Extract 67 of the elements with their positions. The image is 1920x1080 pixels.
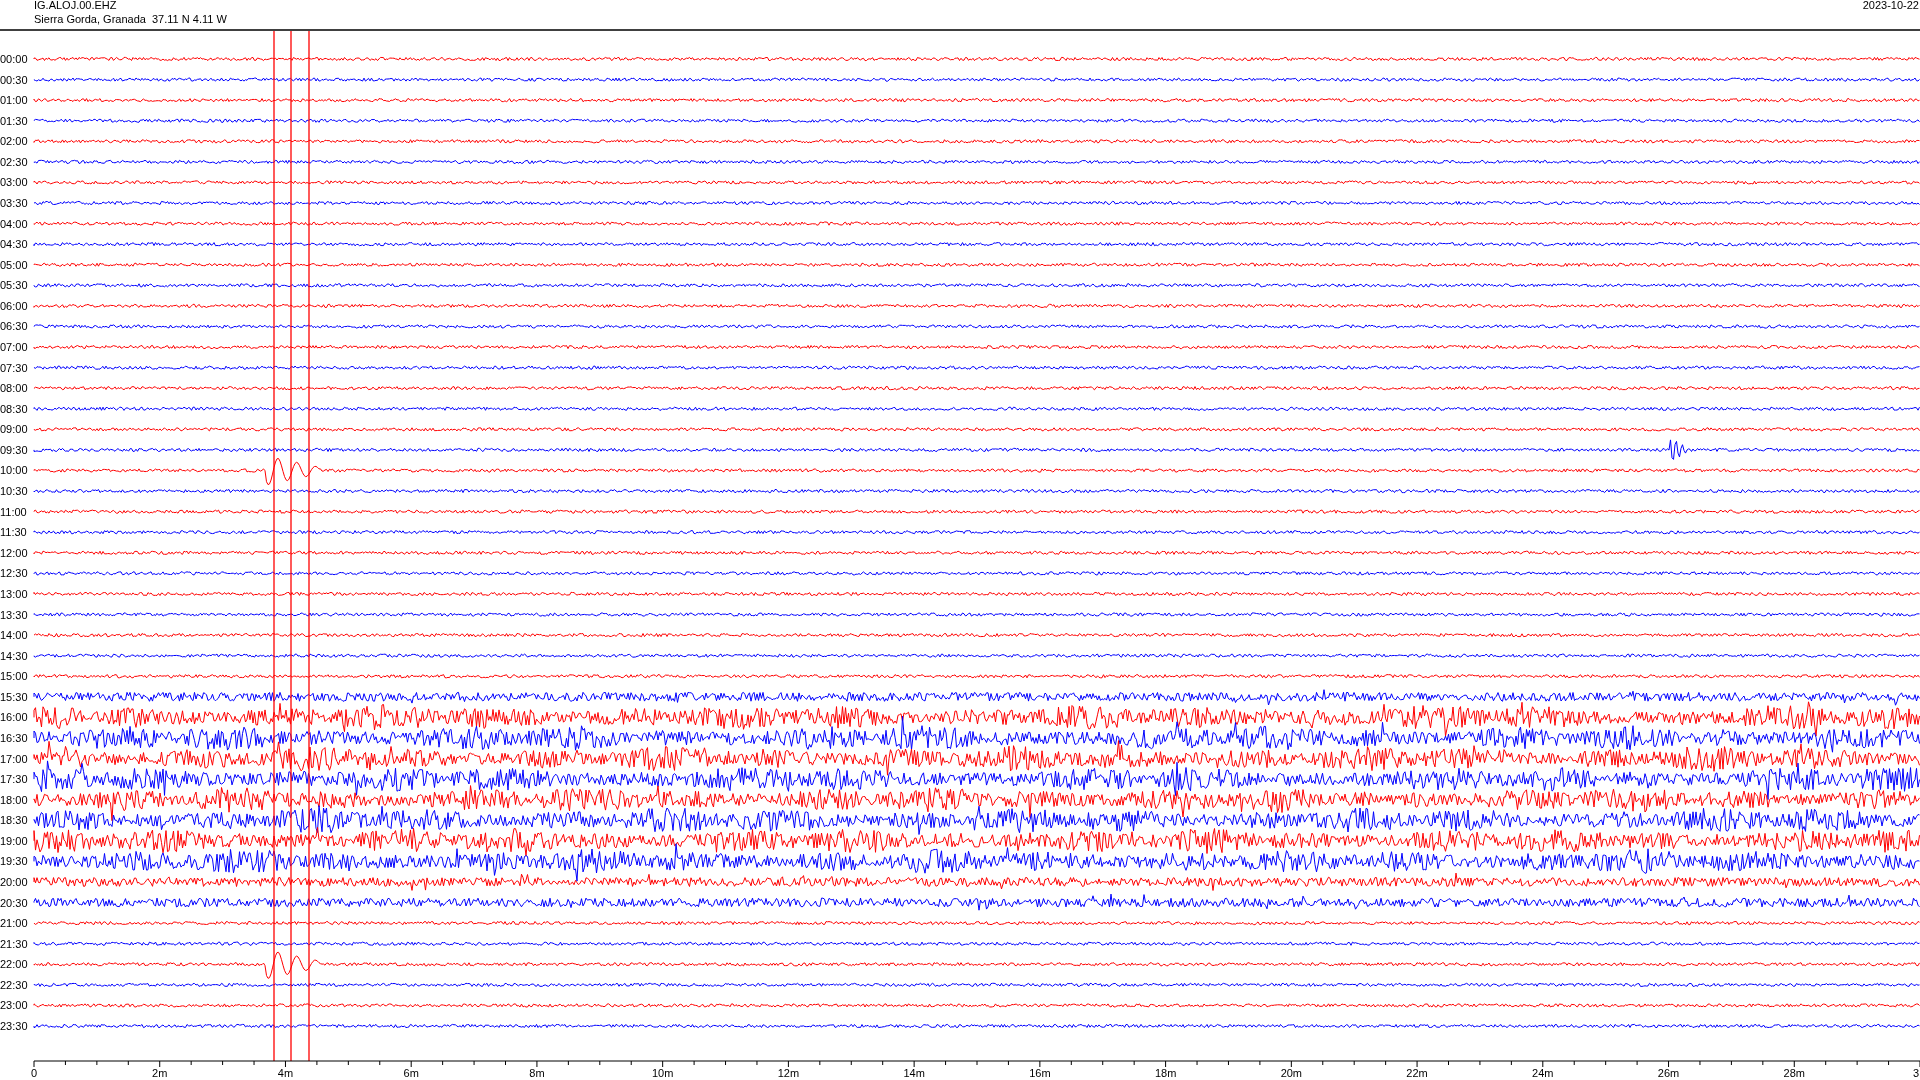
axis-label: 18m (1154, 1067, 1177, 1079)
axis-label: 28m (1783, 1067, 1805, 1079)
axis-label: 3 (1913, 1067, 1920, 1079)
time-label: 09:00 (0, 423, 28, 436)
time-label: 21:30 (0, 937, 28, 950)
axis-label: 16m (1029, 1067, 1051, 1079)
time-label: 14:00 (0, 629, 28, 642)
axis-label: 6m (403, 1067, 419, 1079)
time-label: 00:00 (0, 53, 28, 65)
axis-label: 0 (30, 1067, 38, 1079)
time-label: 22:30 (0, 978, 28, 991)
axis-label: 8m (529, 1067, 545, 1079)
time-label: 09:30 (0, 443, 28, 456)
time-label: 08:00 (0, 382, 28, 395)
time-label: 13:00 (0, 587, 28, 600)
time-label: 15:30 (0, 690, 28, 703)
time-label: 05:00 (0, 258, 28, 271)
time-label: 12:30 (0, 567, 28, 580)
axis-label: 20m (1280, 1067, 1303, 1079)
time-label: 17:30 (0, 773, 28, 786)
axis-label: 24m (1532, 1067, 1554, 1079)
time-label: 19:30 (0, 855, 28, 868)
time-label: 10:30 (0, 485, 28, 498)
time-label: 20:30 (0, 896, 28, 909)
time-label: 23:00 (0, 999, 28, 1012)
time-label: 19:00 (0, 834, 28, 847)
time-label: 03:00 (0, 176, 28, 189)
time-label: 00:30 (0, 73, 28, 86)
plot-date: 2023-10-22 (1862, 0, 1919, 11)
time-label: 05:30 (0, 279, 28, 292)
time-label: 18:00 (0, 793, 28, 806)
time-label: 20:00 (0, 876, 28, 888)
time-label: 18:30 (0, 814, 28, 827)
time-label: 01:00 (0, 94, 28, 107)
time-label: 02:00 (0, 135, 28, 148)
time-label: 11:00 (0, 505, 27, 518)
axis-label: 14m (903, 1067, 925, 1079)
time-label: 11:30 (0, 526, 27, 539)
station-code: IG.ALOJ.00.EHZ (34, 0, 117, 11)
time-label: 23:30 (0, 1020, 28, 1032)
time-label: 03:30 (0, 197, 28, 209)
time-label: 16:30 (0, 731, 28, 744)
time-label: 06:00 (0, 299, 28, 312)
time-label: 22:00 (0, 958, 28, 971)
time-label: 21:00 (0, 917, 28, 930)
time-label: 07:00 (0, 341, 28, 354)
time-label: 12:00 (0, 546, 28, 559)
time-label: 02:30 (0, 155, 28, 168)
time-label: 14:30 (0, 649, 28, 662)
axis-label: 22m (1406, 1067, 1428, 1079)
time-label: 08:30 (0, 402, 28, 415)
time-label: 13:30 (0, 608, 28, 621)
time-label: 15:00 (0, 670, 28, 683)
time-label: 04:00 (0, 217, 28, 230)
axis-label: 26m (1657, 1067, 1680, 1079)
station-location: Sierra Gorda, Granada 37.11 N 4.11 W (34, 13, 227, 25)
time-label: 04:30 (0, 238, 28, 251)
time-label: 01:30 (0, 114, 28, 127)
axis-label: 2m (152, 1067, 168, 1079)
time-label: 17:00 (0, 752, 28, 765)
axis-label: 10m (651, 1067, 674, 1079)
time-label: 16:00 (0, 711, 28, 724)
axis-label: 12m (777, 1067, 800, 1079)
time-label: 07:30 (0, 361, 28, 374)
time-label: 06:30 (0, 320, 28, 333)
time-label: 10:00 (0, 464, 28, 477)
axis-label: 4m (277, 1067, 294, 1079)
